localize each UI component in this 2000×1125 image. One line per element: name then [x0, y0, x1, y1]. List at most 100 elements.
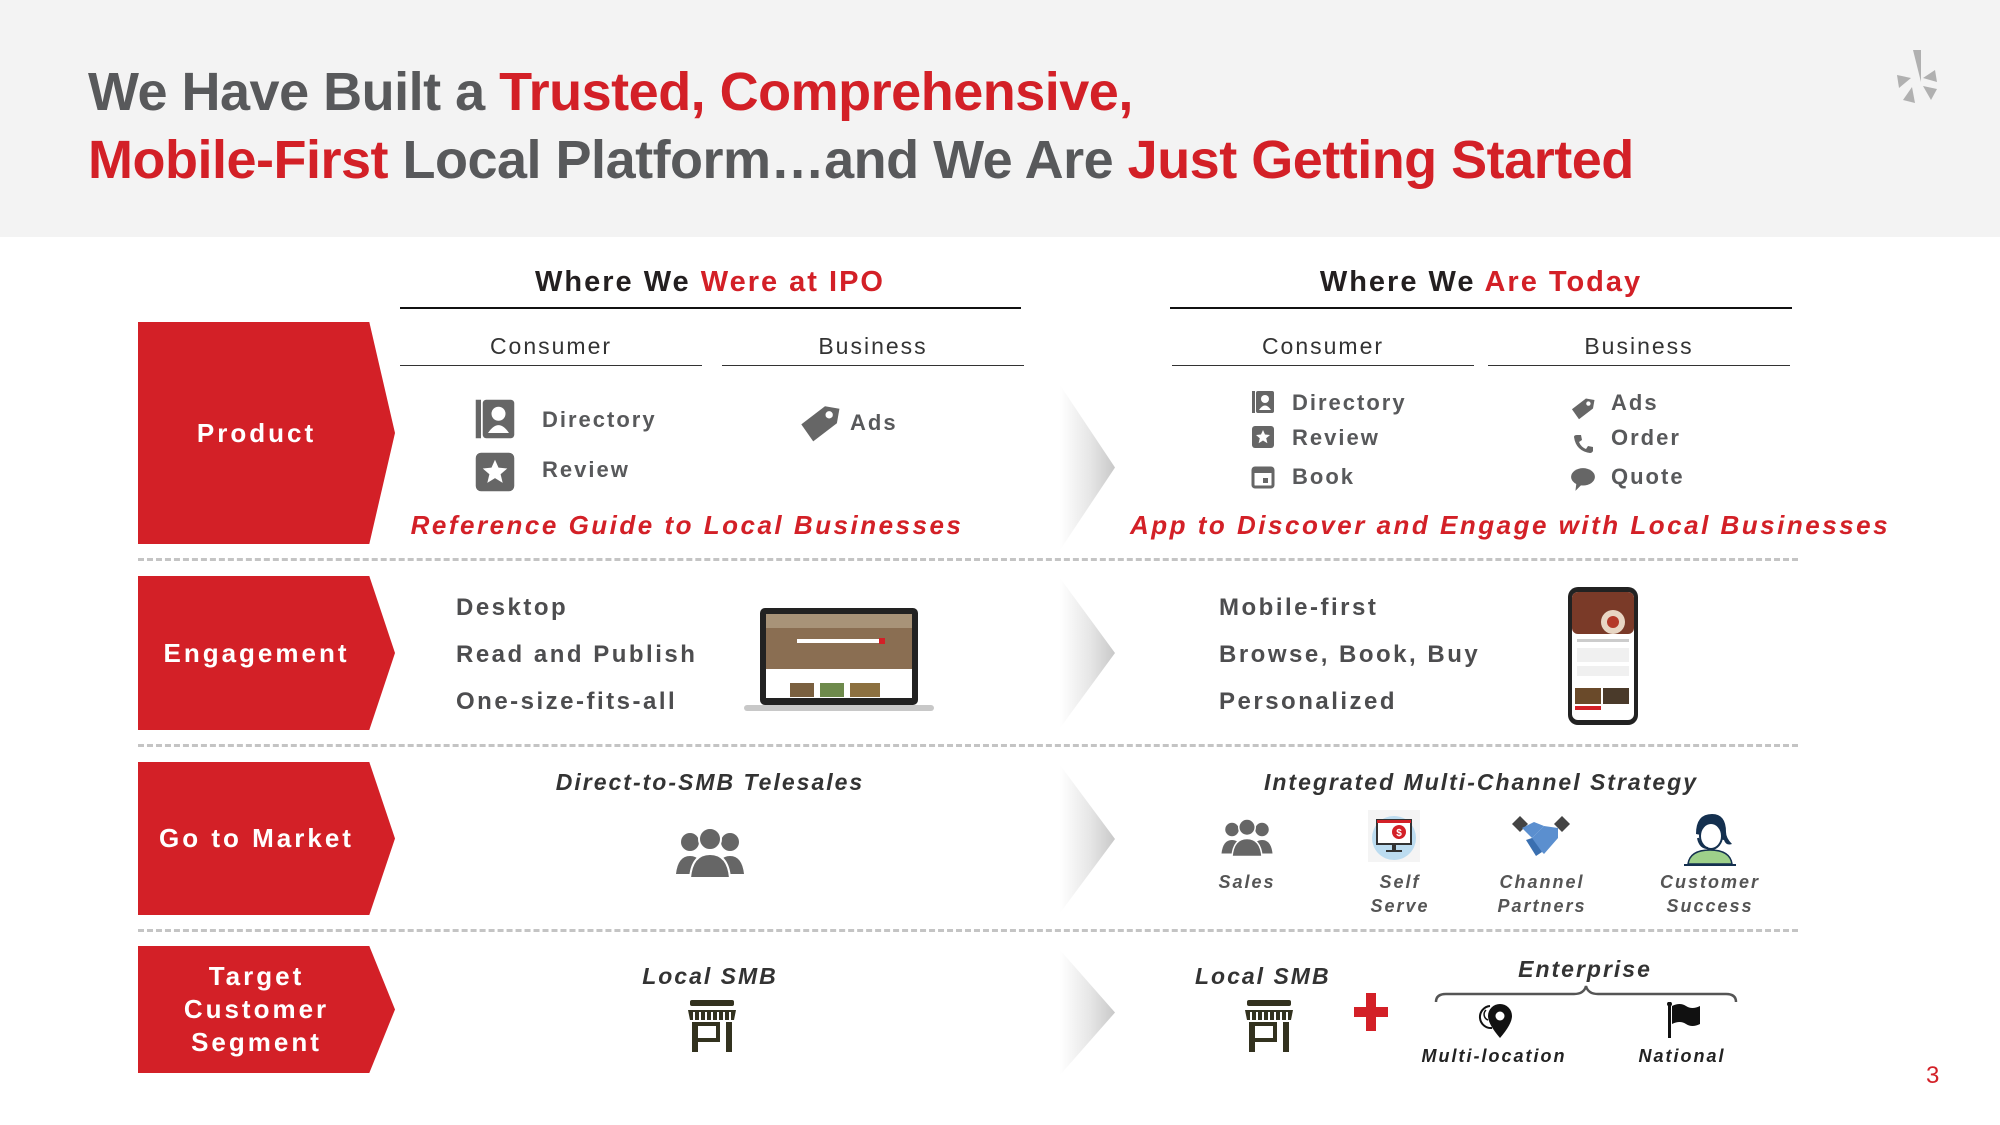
channel-label-line: Success [1666, 896, 1754, 916]
ipo-engagement-item: Desktop [456, 594, 569, 621]
row-label-target-segment: Target Customer Segment [138, 946, 395, 1073]
headset-agent-icon [1684, 814, 1736, 866]
speech-bubble-icon [1571, 468, 1595, 491]
storefront-icon [1245, 1000, 1293, 1052]
multi-location-pin-icon [1478, 1004, 1512, 1038]
title-part: Local Platform…and We Are [388, 130, 1128, 190]
transition-arrow [1060, 765, 1115, 913]
today-title-accent: Are Today [1484, 266, 1643, 298]
monitor-dollar-icon: $ [1368, 810, 1420, 862]
phone-icon [1574, 435, 1593, 453]
today-smb-heading: Local SMB [1195, 963, 1331, 989]
today-product-tagline: App to Discover and Engage with Local Bu… [1130, 510, 1891, 540]
calendar-icon [1251, 466, 1275, 489]
flag-icon [1667, 1002, 1700, 1038]
ipo-consumer-header: Consumer [489, 333, 613, 359]
page-number: 3 [1926, 1062, 1940, 1089]
channel-label-line: Sales [1218, 872, 1276, 892]
today-business-rule [1488, 365, 1790, 366]
channel-label-line: Partners [1497, 896, 1587, 916]
channel-label: Self Serve [1340, 870, 1460, 918]
row-divider [138, 929, 1798, 932]
row-label-go-to-market: Go to Market [138, 762, 395, 915]
transition-arrow [1060, 950, 1115, 1075]
ipo-target-heading: Local SMB [642, 963, 778, 989]
ipo-business-header: Business [818, 333, 928, 359]
plus-icon [1354, 993, 1388, 1031]
laptop-image [744, 608, 934, 711]
today-gtm-heading: Integrated Multi-Channel Strategy [1263, 769, 1699, 795]
ipo-title-prefix: Where We [535, 266, 701, 298]
title-accent: Just Getting Started [1127, 130, 1635, 190]
phone-image [1568, 587, 1638, 725]
ipo-business-item: Ads [850, 410, 898, 435]
channel-label: Sales [1187, 870, 1307, 894]
people-group-icon [676, 827, 744, 878]
svg-text:$: $ [1396, 828, 1402, 839]
row-label-line: Target [208, 961, 305, 991]
ipo-product-tagline: Reference Guide to Local Businesses [410, 510, 964, 540]
yelp-burst-icon [1897, 50, 1937, 103]
today-business-item: Ads [1611, 390, 1659, 415]
today-column-title: Where We Are Today [1170, 266, 1792, 299]
today-consumer-item: Book [1292, 464, 1355, 489]
row-label-line: Segment [191, 1027, 322, 1057]
ipo-engagement-item: Read and Publish [456, 641, 698, 668]
transition-arrow [1060, 385, 1115, 550]
title-part: We Have Built a [88, 62, 500, 122]
row-divider [138, 744, 1798, 747]
today-business-header: Business [1584, 333, 1694, 359]
ipo-title-rule [400, 307, 1021, 309]
today-consumer-header: Consumer [1261, 333, 1385, 359]
multi-location-label: Multi-location [1421, 1046, 1567, 1066]
today-business-item: Quote [1611, 464, 1685, 489]
directory-icon [475, 399, 515, 439]
tag-icon [1571, 398, 1595, 420]
transition-arrow [1060, 578, 1115, 728]
channel-label-line: Serve [1370, 896, 1430, 916]
ipo-consumer-item: Review [542, 457, 630, 482]
ipo-title-accent: Were at IPO [700, 266, 885, 298]
slide-title: We Have Built a Trusted, Comprehensive, … [88, 58, 1634, 194]
row-label-product: Product [138, 322, 395, 544]
tag-icon [801, 406, 840, 442]
handshake-icon [1512, 816, 1570, 856]
review-star-icon [475, 452, 515, 492]
enterprise-heading: Enterprise [1518, 956, 1652, 982]
ipo-column-title: Where We Were at IPO [400, 266, 1020, 299]
title-line-1: We Have Built a Trusted, Comprehensive, [88, 58, 1634, 126]
today-engagement-item: Mobile-first [1219, 594, 1379, 621]
title-accent: Mobile-First [88, 130, 389, 190]
row-label-text: Go to Market [159, 823, 354, 853]
title-line-2: Mobile-First Local Platform…and We Are J… [88, 126, 1634, 194]
channel-label-line: Channel [1499, 872, 1585, 892]
channel-label-line: Customer [1659, 872, 1760, 892]
today-consumer-item: Review [1292, 425, 1380, 450]
directory-icon [1252, 391, 1274, 413]
today-engagement-item: Browse, Book, Buy [1219, 641, 1481, 668]
title-accent: Trusted, Comprehensive, [499, 62, 1133, 122]
review-star-icon [1252, 426, 1274, 448]
row-label-line: Customer [183, 994, 330, 1024]
today-business-item: Order [1611, 425, 1681, 450]
today-title-prefix: Where We [1319, 266, 1485, 298]
today-consumer-rule [1172, 365, 1474, 366]
ipo-consumer-rule [400, 365, 702, 366]
channel-label-line: Self [1379, 872, 1421, 892]
storefront-icon [688, 1000, 736, 1052]
row-label-engagement: Engagement [138, 576, 395, 730]
ipo-gtm-heading: Direct-to-SMB Telesales [555, 769, 865, 795]
ipo-consumer-item: Directory [542, 407, 657, 432]
channel-label: Channel Partners [1482, 870, 1602, 918]
today-title-rule [1170, 307, 1792, 309]
row-label-text: Product [196, 417, 317, 448]
ipo-business-rule [722, 365, 1024, 366]
row-divider [138, 558, 1798, 561]
today-engagement-item: Personalized [1219, 688, 1398, 715]
channel-label: Customer Success [1650, 870, 1770, 918]
today-consumer-item: Directory [1292, 390, 1407, 415]
people-group-icon [1221, 818, 1273, 858]
national-label: National [1638, 1046, 1726, 1066]
ipo-engagement-item: One-size-fits-all [456, 688, 678, 715]
row-label-text: Engagement [163, 637, 350, 668]
